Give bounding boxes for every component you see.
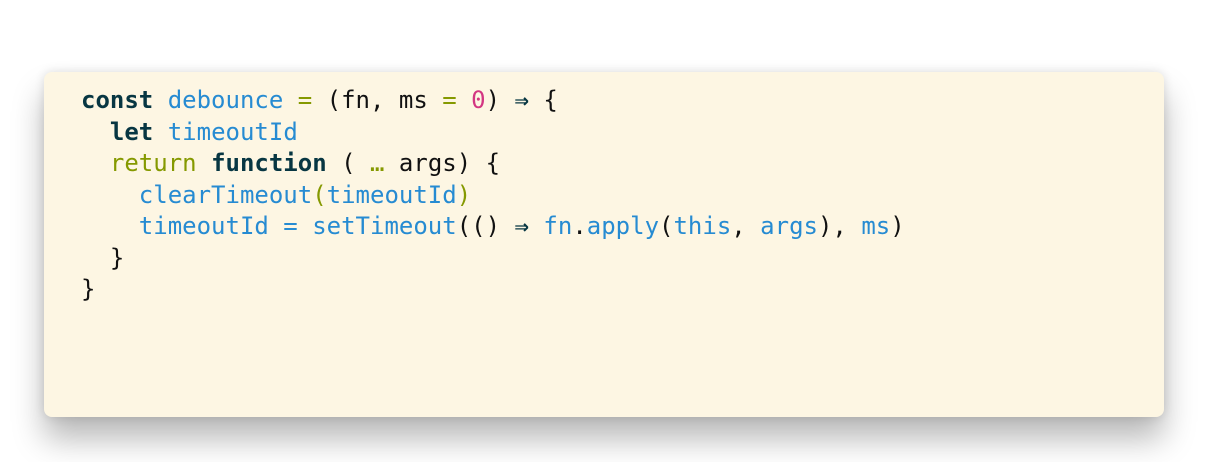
code-line-1: const debounce = (fn, ms = 0) ⇒ {	[81, 85, 1164, 117]
keyword-this: this	[673, 212, 732, 240]
arrow-operator: ⇒	[514, 86, 529, 114]
number-literal: 0	[471, 86, 486, 114]
operator-assign: =	[442, 86, 457, 114]
identifier-debounce: debounce	[167, 86, 284, 114]
identifier-fn: fn	[543, 212, 573, 240]
paren-close: ),	[817, 212, 862, 240]
identifier-cleartimeout: clearTimeout	[138, 180, 313, 209]
paren-open: (	[312, 180, 327, 209]
args-text: args) {	[384, 149, 501, 177]
code-line-2: let timeoutId	[81, 117, 1164, 149]
identifier-timeoutid: timeoutId	[167, 117, 298, 146]
identifier-apply: apply	[586, 212, 660, 240]
keyword-return: return	[109, 149, 197, 177]
comma: ,	[731, 212, 761, 240]
paren-group: (()	[456, 212, 515, 240]
identifier-timeoutid: timeoutId	[326, 180, 457, 209]
arrow-operator: ⇒	[514, 212, 529, 240]
params-text: (fn, ms	[312, 86, 443, 114]
paren-close: )	[485, 86, 515, 114]
code-line-7: }	[81, 274, 1164, 306]
identifier-ms: ms	[861, 212, 891, 240]
code-line-4: clearTimeout(timeoutId)	[81, 180, 1164, 212]
identifier-args: args	[760, 212, 818, 240]
brace-close: }	[81, 275, 96, 303]
operator-assign: =	[283, 212, 298, 240]
keyword-const: const	[81, 86, 154, 114]
code-line-5: timeoutId = setTimeout(() ⇒ fn.apply(thi…	[81, 211, 1164, 243]
paren-close: )	[890, 212, 905, 240]
dot-operator: .	[572, 212, 587, 240]
identifier-settimeout: setTimeout	[312, 212, 457, 240]
brace-close: }	[81, 243, 125, 272]
paren-open: (	[659, 212, 674, 240]
spread-operator: …	[370, 149, 385, 177]
operator-assign: =	[297, 86, 313, 114]
code-block: const debounce = (fn, ms = 0) ⇒ { let ti…	[81, 85, 1164, 306]
code-line-6: }	[81, 243, 1164, 275]
keyword-function: function	[211, 149, 327, 177]
brace-open: {	[528, 86, 558, 114]
code-snippet-card: const debounce = (fn, ms = 0) ⇒ { let ti…	[44, 72, 1164, 417]
identifier-timeoutid: timeoutId	[138, 212, 269, 240]
code-line-3: return function ( … args) {	[81, 148, 1164, 180]
paren-close: )	[456, 180, 472, 209]
keyword-let: let	[109, 117, 154, 146]
paren-open: (	[326, 149, 371, 177]
